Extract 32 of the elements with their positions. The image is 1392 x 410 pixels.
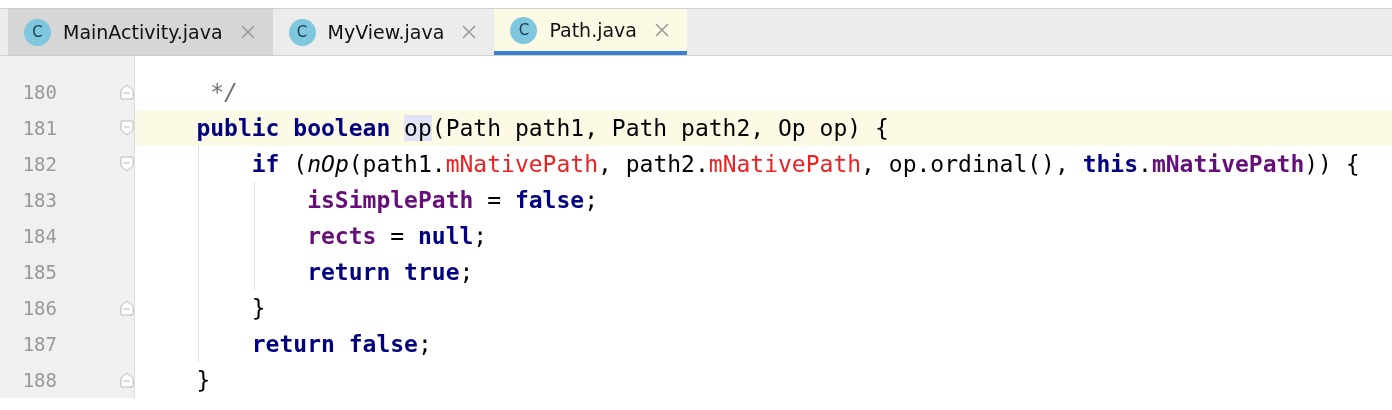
close-icon[interactable] — [462, 25, 477, 39]
code-line: } — [250, 295, 266, 321]
file-tab[interactable]: C MainActivity.java — [8, 9, 273, 55]
class-icon: C — [510, 16, 538, 44]
close-icon[interactable] — [240, 25, 255, 39]
close-icon[interactable] — [655, 23, 669, 37]
line-number: 184 — [21, 225, 57, 247]
fold-marker-icon[interactable] — [120, 300, 134, 316]
line-number: 186 — [21, 297, 57, 319]
code-line: public boolean op(Path path1, Path path2, Op op) { — [195, 115, 889, 141]
code-line: return false; — [250, 331, 432, 357]
line-number: 188 — [21, 369, 57, 391]
code-line: isSimplePath = false; — [306, 187, 598, 213]
line-number: 180 — [21, 81, 57, 103]
fold-marker-icon[interactable] — [120, 84, 134, 100]
fold-marker-icon[interactable] — [120, 372, 134, 388]
code-line: } — [195, 367, 211, 393]
code-line: rects = null; — [306, 223, 488, 249]
line-number: 182 — [21, 153, 57, 175]
class-icon: C — [288, 18, 316, 46]
line-number: 183 — [21, 189, 57, 211]
file-tab[interactable]: C Path.java — [494, 9, 687, 55]
fold-marker-icon[interactable] — [120, 120, 134, 136]
code-line: return true; — [306, 259, 474, 285]
code-line: if (nOp(path1.mNativePath, path2.mNativePath, op.ordinal(), this.mNativePath)) { — [250, 151, 1360, 177]
code-line: */ — [209, 79, 238, 105]
line-number: 187 — [21, 333, 57, 355]
file-tab[interactable]: C MyView.java — [272, 9, 495, 55]
line-number: 185 — [21, 261, 57, 283]
fold-marker-icon[interactable] — [120, 156, 134, 172]
line-number: 181 — [21, 117, 57, 139]
class-icon: C — [24, 18, 51, 46]
